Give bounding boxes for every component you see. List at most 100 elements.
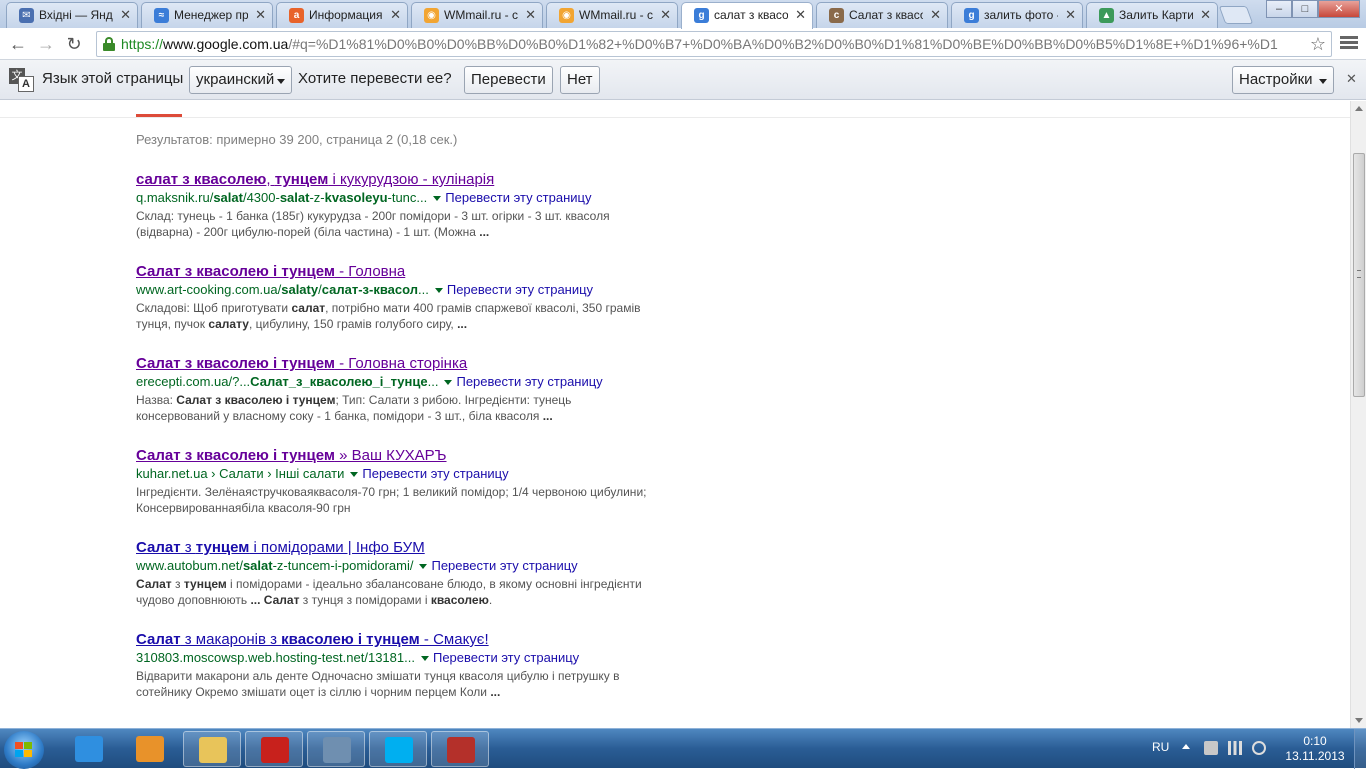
reload-button[interactable]: ↻ xyxy=(62,32,86,56)
clock[interactable]: 0:10 13.11.2013 xyxy=(1284,734,1346,764)
chrome-menu-icon[interactable] xyxy=(1340,34,1358,52)
search-result: салат з квасолею, тунцем і кукурудзою - … xyxy=(136,171,656,240)
taskbar-app-button[interactable] xyxy=(121,731,179,767)
close-window-button[interactable]: ✕ xyxy=(1318,0,1360,18)
start-button[interactable] xyxy=(4,731,44,769)
browser-tab[interactable]: ≈ Менеджер про ✕ xyxy=(141,2,273,28)
result-title-link[interactable]: Салат з квасолею і тунцем » Ваш КУХАРЪ xyxy=(136,447,656,465)
address-bar[interactable]: https://www.google.com.ua/#q=%D1%81%D0%B… xyxy=(96,31,1332,57)
tab-label: залить фото - xyxy=(984,8,1058,22)
back-button[interactable]: ← xyxy=(6,32,30,56)
translate-page-link[interactable]: Перевести эту страницу xyxy=(445,190,591,205)
window-app-icon xyxy=(323,737,351,763)
close-tab-icon[interactable]: ✕ xyxy=(660,3,671,27)
show-desktop-button[interactable] xyxy=(1354,729,1366,769)
browser-tab[interactable]: g салат з квасол ✕ xyxy=(681,2,813,29)
browser-toolbar: ← → ↻ https://www.google.com.ua/#q=%D1%8… xyxy=(0,28,1366,60)
maximize-button[interactable]: □ xyxy=(1292,0,1318,18)
result-title-link[interactable]: Салат з квасолею і тунцем - Головна стор… xyxy=(136,355,656,373)
result-url: www.art-cooking.com.ua/salaty/салат-з-кв… xyxy=(136,282,594,297)
mail-icon: ✉ xyxy=(19,8,34,23)
wmmail-icon: ◉ xyxy=(424,8,439,23)
browser-tab[interactable]: a Информация ✕ xyxy=(276,2,408,28)
tab-label: Информация xyxy=(309,8,383,22)
media-player-icon xyxy=(136,736,164,762)
bookmark-star-icon[interactable]: ☆ xyxy=(1310,34,1326,55)
minimize-button[interactable]: – xyxy=(1266,0,1292,18)
translate-page-link[interactable]: Перевести эту страницу xyxy=(433,650,579,665)
result-snippet: Відварити макарони аль денте Одночасно з… xyxy=(136,669,620,699)
taskbar-app-button[interactable] xyxy=(369,731,427,767)
taskbar-app-button[interactable] xyxy=(431,731,489,767)
no-button[interactable]: Нет xyxy=(560,66,600,94)
browser-tab[interactable]: g залить фото - ✕ xyxy=(951,2,1083,28)
close-tab-icon[interactable]: ✕ xyxy=(1065,3,1076,27)
close-tab-icon[interactable]: ✕ xyxy=(795,3,806,27)
result-url: erecepti.com.ua/?...Салат_з_квасолею_і_т… xyxy=(136,374,603,389)
signal-icon[interactable] xyxy=(1228,741,1242,755)
caret-down-icon[interactable] xyxy=(444,379,453,385)
result-snippet: Інгредієнти. Зелёнаястручковаяквасоля-70… xyxy=(136,485,647,515)
caret-down-icon[interactable] xyxy=(419,563,428,569)
forward-button[interactable]: → xyxy=(34,32,58,56)
close-tab-icon[interactable]: ✕ xyxy=(1200,3,1211,27)
result-title-link[interactable]: Салат з макаронів з квасолею і тунцем - … xyxy=(136,631,656,649)
search-result: Салат з квасолею і тунцем - Головна стор… xyxy=(136,355,656,424)
tab-strip: ✉ Вхідні — Яндекс ✕ ≈ Менеджер про ✕ a Информац… xyxy=(0,0,1366,29)
settings-button[interactable]: Настройки xyxy=(1232,66,1334,94)
lock-icon[interactable] xyxy=(103,37,115,51)
scroll-up-icon[interactable] xyxy=(1355,106,1363,111)
browser-tab[interactable]: ▲ Залить Картин ✕ xyxy=(1086,2,1218,28)
caret-down-icon[interactable] xyxy=(420,655,429,661)
volume-icon[interactable] xyxy=(1252,741,1266,755)
language-select[interactable]: украинский xyxy=(189,66,292,94)
close-tab-icon[interactable]: ✕ xyxy=(390,3,401,27)
close-tab-icon[interactable]: ✕ xyxy=(120,3,131,27)
taskbar-app-button[interactable] xyxy=(60,731,118,767)
tab-label: салат з квасол xyxy=(714,8,788,22)
caret-down-icon[interactable] xyxy=(434,287,443,293)
network-error-icon[interactable] xyxy=(1204,741,1218,755)
result-url: q.maksnik.ru/salat/4300-salat-z-kvasoley… xyxy=(136,190,592,205)
search-result: Салат з тунцем і помідорами | Інфо БУМ ww… xyxy=(136,539,656,608)
scroll-down-icon[interactable] xyxy=(1355,718,1363,723)
taskbar-app-button[interactable] xyxy=(307,731,365,767)
result-title-link[interactable]: Салат з квасолею і тунцем - Головна xyxy=(136,263,656,281)
language-indicator[interactable]: RU xyxy=(1152,740,1169,780)
page-language-label: Язык этой страницы xyxy=(42,70,184,87)
close-tab-icon[interactable]: ✕ xyxy=(255,3,266,27)
result-snippet: Склад: тунець - 1 банка (185г) кукурудза… xyxy=(136,209,610,239)
search-results-page: Результатов: примерно 39 200, страница 2… xyxy=(0,101,1350,728)
show-hidden-icons-icon[interactable] xyxy=(1182,744,1190,749)
result-title-link[interactable]: салат з квасолею, тунцем і кукурудзою - … xyxy=(136,171,656,189)
taskbar-app-button[interactable] xyxy=(245,731,303,767)
close-tab-icon[interactable]: ✕ xyxy=(930,3,941,27)
scroll-thumb[interactable] xyxy=(1353,153,1365,397)
skype-icon xyxy=(385,737,413,763)
translate-page-link[interactable]: Перевести эту страницу xyxy=(362,466,508,481)
caret-down-icon[interactable] xyxy=(433,195,442,201)
taskbar-app-button[interactable] xyxy=(183,731,241,767)
translate-button[interactable]: Перевести xyxy=(464,66,553,94)
graph-app-icon xyxy=(447,737,475,763)
clock-time: 0:10 xyxy=(1303,734,1327,748)
translate-page-link[interactable]: Перевести эту страницу xyxy=(431,558,577,573)
image-icon: ▲ xyxy=(1099,8,1114,23)
new-tab-button[interactable] xyxy=(1218,6,1254,24)
close-tab-icon[interactable]: ✕ xyxy=(525,3,536,27)
browser-tab[interactable]: ✉ Вхідні — Яндекс ✕ xyxy=(6,2,138,28)
browser-tab[interactable]: ◉ WMmail.ru - ст ✕ xyxy=(546,2,678,28)
wmmail-icon: ◉ xyxy=(559,8,574,23)
tab-label: Салат з квасол xyxy=(849,8,923,22)
result-title-link[interactable]: Салат з тунцем і помідорами | Інфо БУМ xyxy=(136,539,656,557)
vertical-scrollbar[interactable] xyxy=(1350,101,1366,728)
result-url: www.autobum.net/salat-z-tuncem-i-pomidor… xyxy=(136,558,578,573)
caret-down-icon[interactable] xyxy=(350,471,359,477)
translate-page-link[interactable]: Перевести эту страницу xyxy=(456,374,602,389)
url-text[interactable]: https://www.google.com.ua/#q=%D1%81%D0%B… xyxy=(121,36,1301,52)
tab-label: WMmail.ru - ст xyxy=(444,8,518,22)
browser-tab[interactable]: ◉ WMmail.ru - ст ✕ xyxy=(411,2,543,28)
close-translate-bar-icon[interactable]: ✕ xyxy=(1346,71,1357,87)
translate-page-link[interactable]: Перевести эту страницу xyxy=(447,282,593,297)
browser-tab[interactable]: c Салат з квасол ✕ xyxy=(816,2,948,28)
